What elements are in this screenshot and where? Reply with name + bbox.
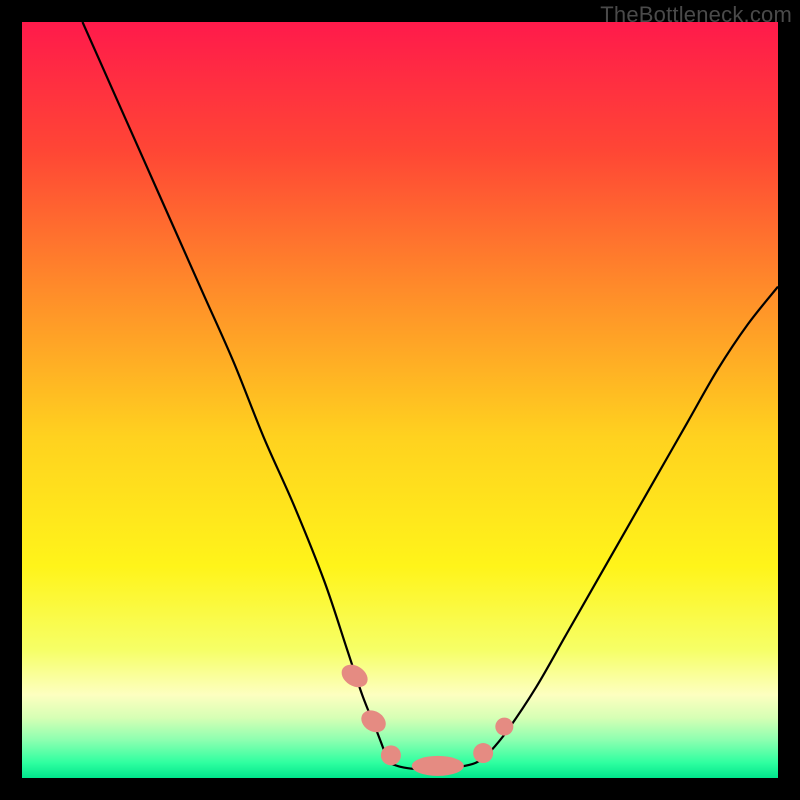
marker-dot bbox=[473, 743, 493, 763]
chart-background bbox=[22, 22, 778, 778]
marker-dot bbox=[412, 756, 464, 776]
marker-dot bbox=[381, 745, 401, 765]
bottleneck-chart bbox=[22, 22, 778, 778]
chart-frame: TheBottleneck.com bbox=[0, 0, 800, 800]
marker-dot bbox=[495, 718, 513, 736]
